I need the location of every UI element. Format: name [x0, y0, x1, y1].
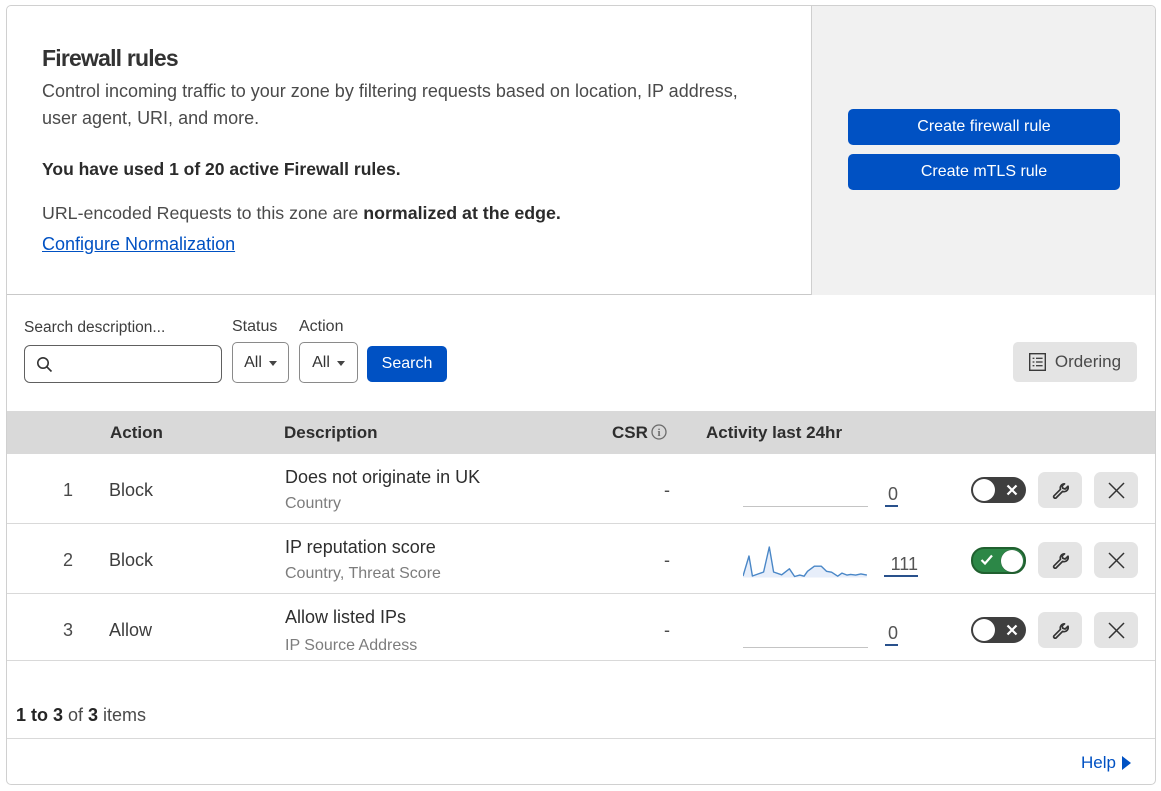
svg-text:i: i	[657, 427, 660, 439]
